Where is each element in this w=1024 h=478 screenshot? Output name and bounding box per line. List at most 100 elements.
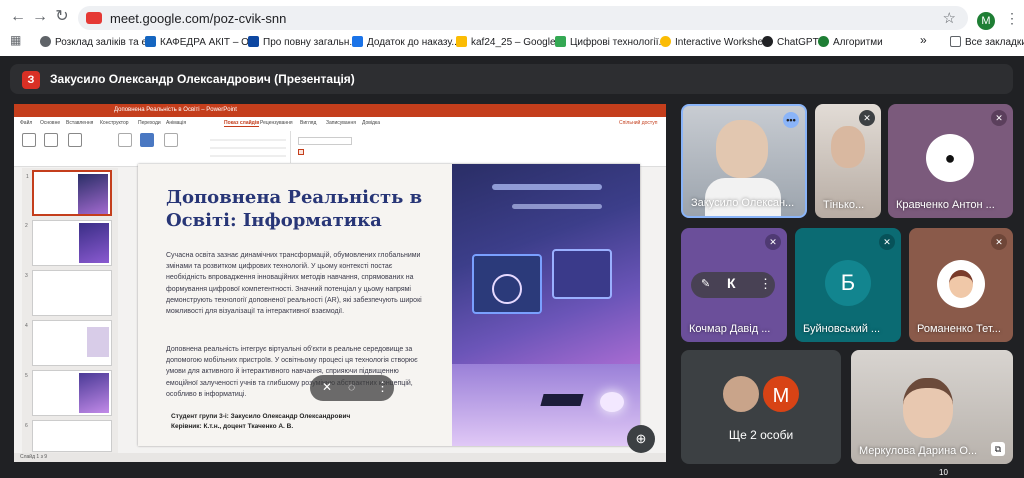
thumb-image (87, 327, 109, 357)
others-tile[interactable]: М Ще 2 особи (681, 350, 841, 464)
ppt-tab[interactable]: Вигляд (300, 120, 316, 126)
ppt-tab[interactable]: Основне (40, 120, 60, 126)
zoom-icon[interactable]: ⊕ (627, 425, 655, 453)
ppt-tab-active[interactable]: Показ слайдів (224, 120, 260, 127)
mic-off-icon: ✕ (859, 110, 875, 126)
presenter-view-checkbox[interactable] (298, 149, 304, 155)
thumb-number: 2 (25, 223, 28, 229)
ppt-tab[interactable]: Рецензування (260, 120, 293, 126)
mute-presentation-icon[interactable]: ◌ (348, 380, 355, 394)
bookmarks-overflow-button[interactable]: » (920, 33, 927, 47)
participant-tile[interactable]: ✕ Романенко Тет... (909, 228, 1013, 342)
ppt-tab[interactable]: Анімація (166, 120, 186, 126)
bookmark-item[interactable]: КАФЕДРА АКІТ – О... (145, 36, 257, 48)
ppt-ribbon (14, 129, 666, 167)
slide-thumbnail[interactable]: 3 (25, 270, 112, 316)
reload-icon[interactable]: ↻ (52, 7, 72, 27)
slide-thumbnail[interactable]: 2 (25, 220, 112, 266)
bookmark-label: Interactive Workshe... (675, 37, 772, 48)
monitor-select[interactable] (298, 137, 352, 145)
bookmark-item[interactable]: Про повну загальн... (248, 36, 358, 48)
participant-tile[interactable]: Б ✕ Буйновський ... (795, 228, 901, 342)
hide-slide-icon[interactable] (140, 133, 154, 147)
tile-overlay-controls[interactable]: ✎ К ⋮ (691, 272, 775, 298)
ceiling-light (512, 204, 602, 209)
setup-checkboxes[interactable] (210, 133, 286, 157)
forward-icon[interactable]: → (30, 7, 50, 27)
others-count-label: Ще 2 особи (728, 428, 794, 442)
from-beginning-icon[interactable] (22, 133, 36, 147)
slide-thumbnail[interactable]: 4 (25, 320, 112, 366)
participant-name: Романенко Тет... (917, 323, 1001, 335)
participant-name: Меркулова Дарина О... (859, 445, 978, 457)
presenter-avatar: З (22, 71, 40, 89)
thumb-number: 6 (25, 423, 28, 429)
bookmark-item[interactable]: Цифрові технології... (555, 36, 667, 48)
more-options-icon[interactable]: ⋮ (376, 379, 389, 395)
participant-tile[interactable]: ••• Закусило Олексан... (681, 104, 807, 218)
bookmark-item[interactable]: Interactive Workshe... (660, 36, 772, 48)
bookmark-item[interactable]: Додаток до наказу... (352, 36, 460, 48)
participant-initial: К (727, 275, 736, 291)
shared-screen: Доповнена Реальність в Освіті – PowerPoi… (14, 104, 666, 462)
presentation-overlay-controls[interactable]: ✕ ◌ ⋮ (310, 375, 394, 401)
thumb-number: 5 (25, 373, 28, 379)
participant-avatar (937, 260, 985, 308)
bookmark-label: Алгоритми (833, 37, 883, 48)
pin-off-icon[interactable]: ✕ (322, 380, 332, 394)
thumb-number: 1 (26, 174, 29, 180)
participant-name: Закусило Олексан... (691, 197, 795, 209)
from-current-icon[interactable] (44, 133, 58, 147)
ppt-tab[interactable]: Вставлення (66, 120, 93, 126)
bookmark-item[interactable]: ChatGPT (762, 36, 819, 48)
bookmark-label: Розклад заліків та е... (55, 37, 156, 48)
bookmark-item[interactable]: Розклад заліків та е... (40, 36, 155, 48)
ppt-title-bar: Доповнена Реальність в Освіті – PowerPoi… (14, 104, 666, 117)
participant-count[interactable]: 10 (939, 468, 948, 477)
slide-thumbnail[interactable]: 6 (25, 420, 112, 452)
bookmark-item[interactable]: kaf24_25 – Google... (456, 36, 564, 48)
ppt-share-button[interactable]: Спільний доступ (619, 120, 657, 126)
slide-thumbnail[interactable]: 1 (26, 170, 112, 216)
bookmark-star-icon[interactable]: ☆ (943, 9, 956, 27)
thumb-image (78, 174, 108, 214)
back-icon[interactable]: ← (8, 7, 28, 27)
classroom-image (452, 164, 640, 446)
setup-show-icon[interactable] (118, 133, 132, 147)
ppt-status-bar: Слайд 1 з 9 (14, 453, 666, 462)
participant-tile[interactable]: ● ✕ Кравченко Антон ... (888, 104, 1013, 218)
mic-off-icon: ✕ (991, 110, 1007, 126)
participant-name: Кочмар Давід ... (689, 323, 771, 335)
participant-face (716, 120, 768, 178)
bookmark-label: Додаток до наказу... (367, 37, 460, 48)
all-bookmarks-button[interactable]: Все закладки (950, 36, 1024, 48)
participant-avatar: Б (825, 260, 871, 306)
ppt-tab[interactable]: Записування (326, 120, 356, 126)
speaking-indicator-icon: ••• (783, 112, 799, 128)
ppt-tab[interactable]: Переходи (138, 120, 161, 126)
rehearse-icon[interactable] (164, 133, 178, 147)
participant-tile[interactable]: ⧉ Меркулова Дарина О... (851, 350, 1013, 464)
slide-thumbnail[interactable]: 5 (25, 370, 112, 416)
ppt-tab[interactable]: Конструктор (100, 120, 129, 126)
pin-icon[interactable]: ✎ (701, 277, 710, 290)
participant-face (903, 378, 953, 438)
profile-avatar[interactable]: M (977, 12, 995, 30)
ppt-ribbon-tabs: Файл Основне Вставлення Конструктор Пере… (14, 117, 666, 129)
thumb-number: 3 (25, 273, 28, 279)
meet-bottom-bar: 10 (0, 468, 1024, 478)
browser-menu-icon[interactable]: ⋮ (1005, 10, 1019, 27)
meet-header: З Закусило Олександр Олександрович (През… (0, 56, 1024, 104)
ppt-tab[interactable]: Довідка (362, 120, 380, 126)
custom-show-icon[interactable] (68, 133, 82, 147)
more-options-icon[interactable]: ⋮ (759, 276, 772, 292)
picture-in-picture-icon[interactable]: ⧉ (991, 442, 1005, 456)
slide-signature: Студент групи 3-і: Закусило Олександр Ол… (171, 412, 350, 432)
participant-name: Буйновський ... (803, 323, 881, 335)
participant-tile[interactable]: ✎ К ⋮ ✕ Кочмар Давід ... (681, 228, 787, 342)
ppt-tab[interactable]: Файл (20, 120, 32, 126)
address-bar[interactable]: meet.google.com/poz-cvik-snn ☆ (78, 6, 968, 30)
bookmark-item[interactable]: Алгоритми (818, 36, 883, 48)
apps-icon[interactable]: ▦ (10, 33, 21, 47)
participant-tile[interactable]: ✕ Тінько... (815, 104, 881, 218)
